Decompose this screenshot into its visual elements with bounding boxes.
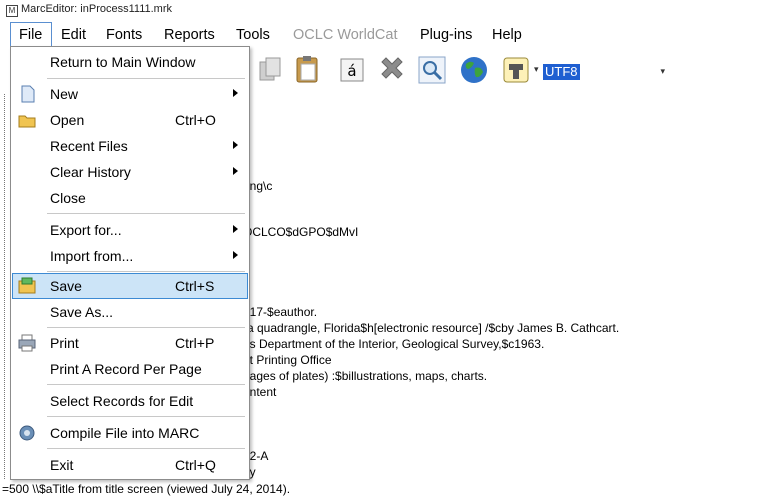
menu-item-print[interactable]: Print Ctrl+P [12, 330, 248, 356]
menu-fonts[interactable]: Fonts [106, 26, 142, 44]
menu-item-import-from[interactable]: Import from... [12, 243, 248, 269]
menu-item-clear-history[interactable]: Clear History [12, 159, 248, 185]
menu-plug-ins[interactable]: Plug-ins [420, 26, 472, 44]
globe-button[interactable] [458, 54, 490, 86]
validate-icon [503, 57, 529, 83]
submenu-arrow-icon [233, 89, 238, 97]
menu-help[interactable]: Help [492, 26, 522, 44]
submenu-arrow-icon [233, 141, 238, 149]
title-bar: M MarcEditor: inProcess1111.mrk [0, 0, 782, 20]
encoding-value: UTF8 [543, 64, 580, 80]
menu-item-open[interactable]: Open Ctrl+O [12, 107, 248, 133]
menu-separator [47, 384, 245, 385]
menu-item-new[interactable]: New [12, 81, 248, 107]
encoding-select[interactable]: UTF8 ▾ [540, 62, 668, 84]
svg-text:á: á [347, 62, 356, 80]
menu-separator [47, 78, 245, 79]
menu-item-print-a-record-per-page[interactable]: Print A Record Per Page [12, 356, 248, 382]
editor-line: nt Printing Office [243, 353, 332, 367]
submenu-arrow-icon [233, 225, 238, 233]
menu-item-recent-files[interactable]: Recent Files [12, 133, 248, 159]
menu-item-compile-file-into-marc[interactable]: Compile File into MARC [12, 420, 248, 446]
editor-line: es Department of the Interior, Geologica… [243, 337, 545, 351]
chevron-down-icon[interactable]: ▾ [660, 66, 665, 77]
new-file-icon [21, 85, 35, 103]
paste-button[interactable] [292, 54, 324, 86]
special-character-button[interactable]: á [336, 54, 368, 86]
open-folder-icon [18, 115, 36, 128]
menu-reports[interactable]: Reports [164, 26, 215, 44]
menu-separator [47, 213, 245, 214]
menu-item-select-records-for-edit[interactable]: Select Records for Edit [12, 388, 248, 414]
editor-line: 917-$eauthor. [243, 305, 318, 319]
compile-icon [19, 425, 35, 441]
copy-icon [259, 57, 281, 81]
file-menu-dropdown: Return to Main Window New Open Ctrl+O Re… [10, 46, 250, 480]
globe-icon [461, 57, 487, 83]
validate-dropdown-arrow-icon[interactable]: ▾ [534, 64, 539, 75]
menu-item-save-as[interactable]: Save As... [12, 299, 248, 325]
menu-edit[interactable]: Edit [61, 26, 86, 44]
printer-icon [18, 334, 36, 352]
menu-item-return-to-main-window[interactable]: Return to Main Window [12, 49, 248, 75]
copy-button[interactable] [256, 54, 288, 86]
menu-separator [47, 327, 245, 328]
menu-item-exit[interactable]: Exit Ctrl+Q [12, 452, 248, 478]
find-icon [418, 56, 446, 84]
editor-line: ra quadrangle, Florida$h[electronic reso… [243, 321, 620, 335]
delete-button[interactable] [376, 54, 408, 86]
window-title: MarcEditor: inProcess1111.mrk [21, 3, 172, 15]
menu-tools[interactable]: Tools [236, 26, 270, 44]
menu-separator [47, 416, 245, 417]
menu-separator [47, 271, 245, 272]
paste-icon [296, 56, 318, 83]
menu-file[interactable]: File [10, 22, 53, 47]
find-button[interactable] [416, 54, 448, 86]
editor-line: =500 \\$aTitle from title screen (viewed… [2, 482, 291, 496]
menu-item-export-for[interactable]: Export for... [12, 217, 248, 243]
app-icon: M [6, 5, 18, 17]
menu-separator [47, 448, 245, 449]
menu-bar: File Edit Fonts Reports Tools OCLC World… [0, 22, 782, 48]
special-character-icon: á [340, 58, 364, 82]
save-icon [18, 277, 36, 294]
editor-line: OCLCO$dGPO$dMvI [243, 225, 359, 239]
menu-oclc-worldcat[interactable]: OCLC WorldCat [293, 26, 397, 44]
menu-item-save[interactable]: Save Ctrl+S [12, 273, 248, 299]
editor-line: pages of plates) :$billustrations, maps,… [243, 369, 488, 383]
delete-icon [381, 57, 403, 79]
submenu-arrow-icon [233, 251, 238, 259]
submenu-arrow-icon [233, 167, 238, 175]
menu-item-close[interactable]: Close [12, 185, 248, 211]
validate-button[interactable] [500, 54, 532, 86]
line-gutter [4, 94, 9, 479]
